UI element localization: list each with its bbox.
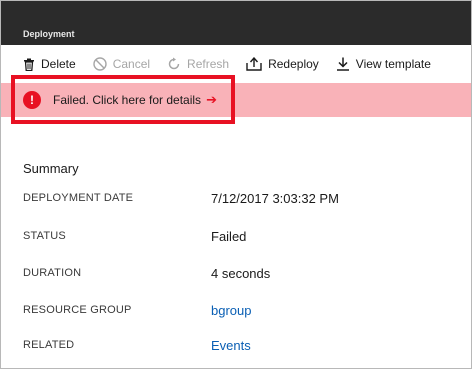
redeploy-button[interactable]: Redeploy xyxy=(246,57,319,71)
row-label: DURATION xyxy=(23,267,82,279)
cancel-icon xyxy=(92,57,107,71)
row-label: RELATED xyxy=(23,339,75,351)
cancel-label: Cancel xyxy=(112,57,151,71)
refresh-label: Refresh xyxy=(187,57,230,71)
cancel-button[interactable]: Cancel xyxy=(92,57,151,71)
blade-header: Deployment xyxy=(1,1,471,45)
row-label: DEPLOYMENT DATE xyxy=(23,192,134,204)
blade-title: Deployment xyxy=(23,29,75,39)
view-template-label: View template xyxy=(355,57,431,71)
deployment-blade: Deployment Delete Cancel Refresh Redeplo… xyxy=(0,0,472,369)
highlight-annotation-box xyxy=(11,75,235,124)
upload-icon xyxy=(246,57,262,71)
row-label: STATUS xyxy=(23,230,66,242)
row-value: 7/12/2017 3:03:32 PM xyxy=(211,191,339,206)
redeploy-label: Redeploy xyxy=(268,57,319,71)
delete-button[interactable]: Delete xyxy=(23,57,76,71)
view-template-button[interactable]: View template xyxy=(336,57,431,71)
delete-label: Delete xyxy=(41,57,76,71)
row-label: RESOURCE GROUP xyxy=(23,304,132,316)
refresh-icon xyxy=(168,57,180,70)
trash-icon xyxy=(24,58,34,71)
events-link[interactable]: Events xyxy=(211,338,251,353)
download-icon xyxy=(336,57,349,71)
refresh-button[interactable]: Refresh xyxy=(167,57,229,71)
resource-group-link[interactable]: bgroup xyxy=(211,303,251,318)
row-value: 4 seconds xyxy=(211,266,271,281)
summary-heading: Summary xyxy=(23,161,79,176)
row-value: Failed xyxy=(211,229,247,244)
